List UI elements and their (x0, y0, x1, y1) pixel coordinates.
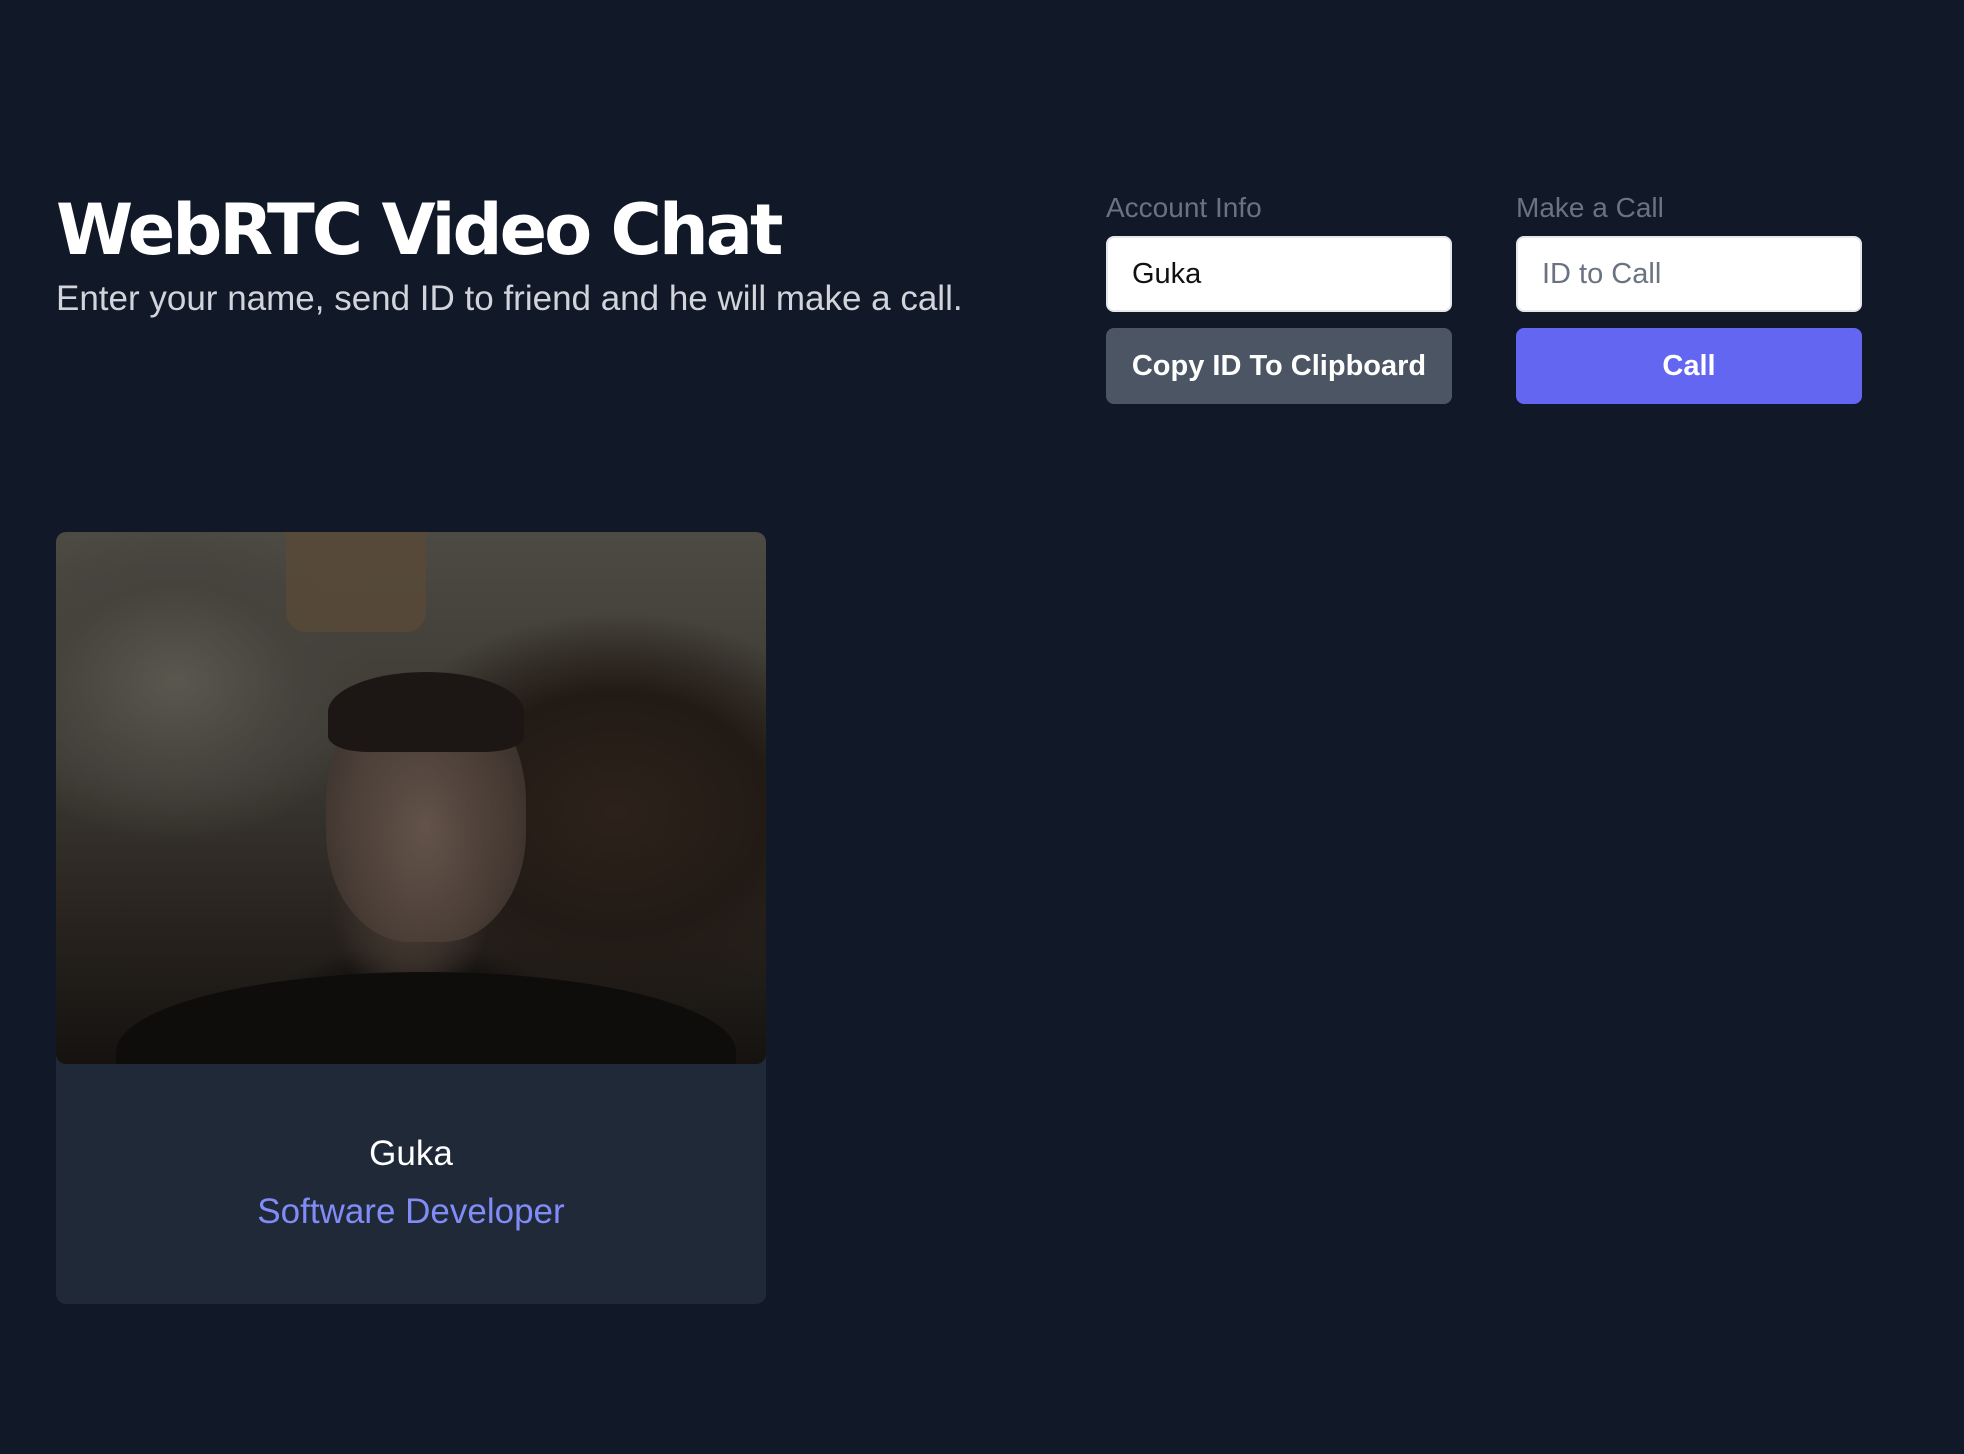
id-to-call-input[interactable] (1516, 236, 1862, 312)
make-call-label: Make a Call (1516, 192, 1664, 223)
participant-name: Guka (369, 1134, 453, 1173)
page-subtitle: Enter your name, send ID to friend and h… (56, 279, 963, 318)
name-input[interactable] (1106, 236, 1452, 312)
header: WebRTC Video Chat Enter your name, send … (56, 185, 1056, 321)
make-call-panel: Make a Call Call (1516, 188, 1862, 404)
local-video (56, 532, 766, 1064)
page: WebRTC Video Chat Enter your name, send … (0, 0, 1964, 1454)
copy-id-button[interactable]: Copy ID To Clipboard (1106, 328, 1452, 404)
video-person-shoulders (116, 972, 736, 1064)
video-card-info: Guka Software Developer (56, 1064, 766, 1304)
participant-role: Software Developer (257, 1192, 565, 1231)
video-person-hair (328, 672, 524, 752)
account-info-panel: Account Info Copy ID To Clipboard (1106, 188, 1452, 404)
call-button[interactable]: Call (1516, 328, 1862, 404)
video-background-lamp (286, 532, 426, 632)
account-info-label: Account Info (1106, 192, 1262, 223)
page-title: WebRTC Video Chat (56, 189, 783, 271)
video-card: Guka Software Developer (56, 532, 766, 1304)
